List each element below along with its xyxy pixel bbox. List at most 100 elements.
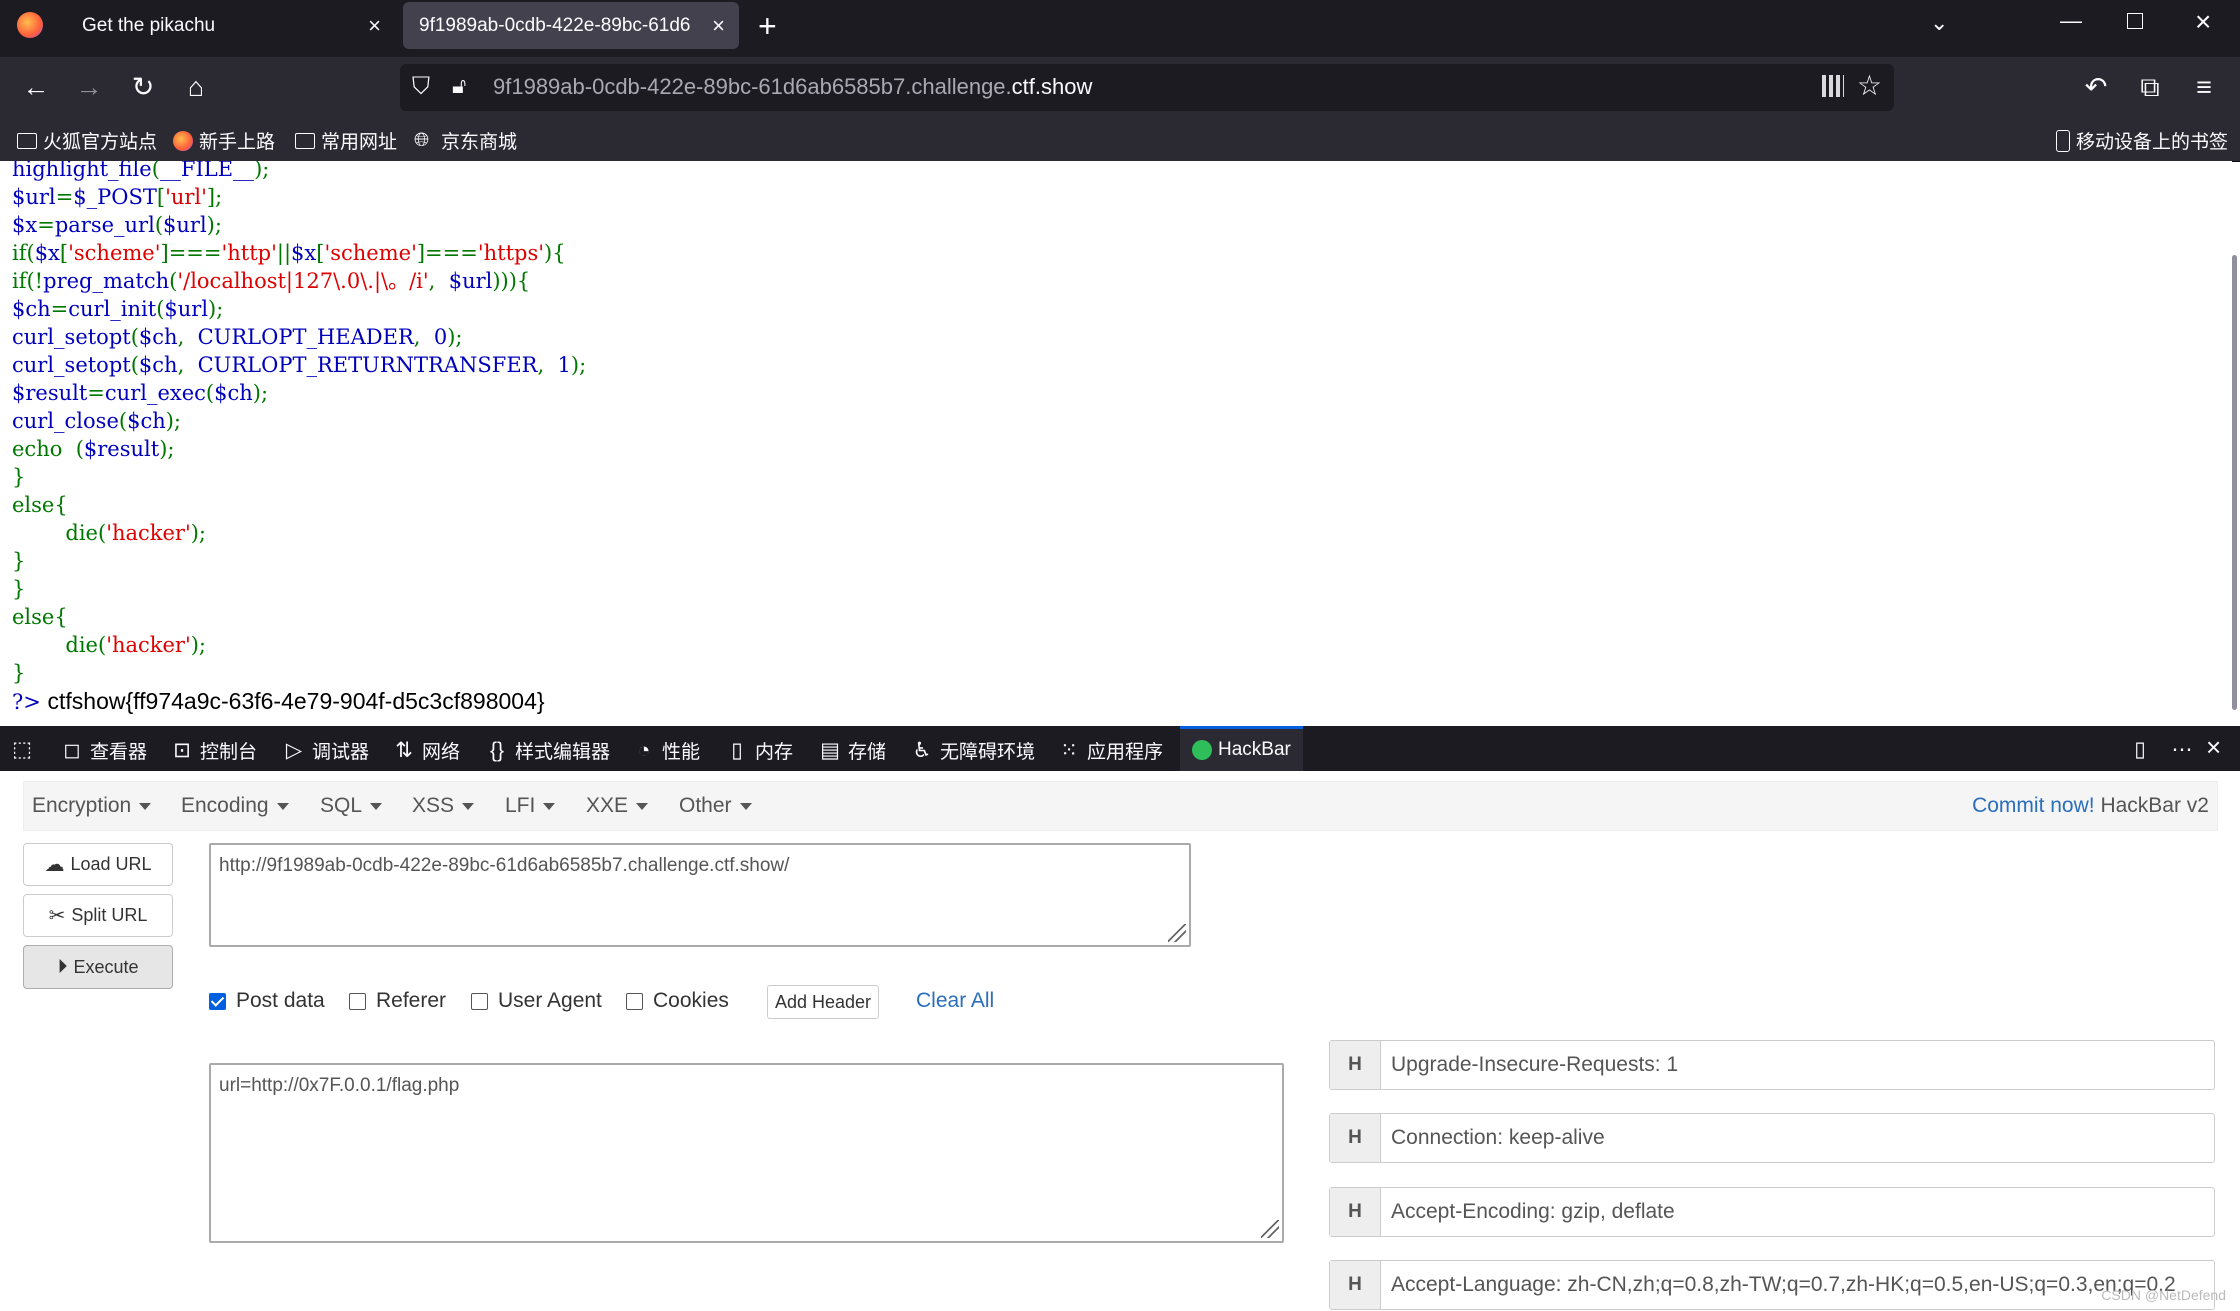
tab-memory[interactable]: ▯ 内存 [725, 737, 793, 764]
element-picker-icon[interactable]: ⬚ [10, 737, 34, 762]
menu-sql[interactable]: SQL [320, 794, 383, 818]
resize-grip-icon[interactable] [1261, 1220, 1279, 1238]
performance-icon: ◔ [637, 738, 651, 762]
shield-icon[interactable]: ⛉ [412, 73, 430, 101]
header-toggle[interactable]: H [1330, 1041, 1381, 1089]
close-icon[interactable]: × [712, 13, 725, 39]
url-bar[interactable]: ⛉ 🔓︎ 9f1989ab-0cdb-422e-89bc-61d6ab6585b… [400, 64, 1894, 111]
bookmark-link[interactable]: 🌐︎ 京东商城 [414, 127, 517, 154]
checkbox-checked-icon[interactable] [209, 992, 226, 1010]
forward-arrow-icon[interactable]: → [73, 71, 105, 103]
menu-icon[interactable]: ≡ [2188, 71, 2220, 103]
menu-xxe[interactable]: XXE [586, 794, 649, 818]
menu-label: LFI [505, 794, 536, 817]
dock-side-icon[interactable]: ▯ [2128, 737, 2152, 762]
qr-code-icon[interactable] [1822, 75, 1844, 97]
undo-icon[interactable]: ↶ [2080, 71, 2112, 103]
tab-performance[interactable]: ◔ 性能 [632, 737, 700, 764]
header-row[interactable]: H Connection: keep-alive [1329, 1113, 2215, 1163]
home-icon[interactable]: ⌂ [180, 71, 212, 103]
tab-application[interactable]: ⁙ 应用程序 [1057, 737, 1163, 764]
menu-encoding[interactable]: Encoding [181, 794, 289, 818]
minimize-icon[interactable]: — [2060, 8, 2082, 34]
code-line: } [12, 661, 26, 685]
commit-now-link[interactable]: Commit now! [1972, 794, 2095, 817]
url-text[interactable]: 9f1989ab-0cdb-422e-89bc-61d6ab6585b7.cha… [493, 74, 1092, 100]
bookmark-star-icon[interactable]: ☆ [1857, 69, 1882, 102]
tab-hackbar[interactable]: HackBar [1180, 726, 1303, 771]
tab-console[interactable]: ⊡ 控制台 [170, 737, 257, 764]
post-data-checkbox[interactable]: Post data [209, 989, 325, 1013]
tab-accessibility[interactable]: ♿︎ 无障碍环境 [910, 737, 1035, 764]
bookmark-label: 新手上路 [199, 132, 276, 153]
checkbox-icon[interactable] [349, 992, 366, 1010]
close-devtools-icon[interactable]: × [2206, 732, 2221, 763]
header-value[interactable]: Upgrade-Insecure-Requests: 1 [1381, 1041, 1678, 1089]
reload-icon[interactable]: ↻ [127, 71, 159, 103]
lock-insecure-icon[interactable]: 🔓︎ [452, 73, 466, 99]
menu-encryption[interactable]: Encryption [32, 794, 152, 818]
bookmark-link[interactable]: 新手上路 [173, 127, 275, 154]
header-toggle[interactable]: H [1330, 1261, 1381, 1309]
close-window-icon[interactable]: × [2195, 6, 2211, 38]
tab-label: 调试器 [312, 742, 370, 763]
header-value[interactable]: Accept-Language: zh-CN,zh;q=0.8,zh-TW;q=… [1381, 1261, 2176, 1309]
tab-inspector[interactable]: ◻ 查看器 [60, 737, 147, 764]
new-tab-icon[interactable]: + [758, 8, 777, 45]
code-line: echo ($result); [12, 437, 175, 461]
code-line: else{ [12, 493, 68, 517]
resize-grip-icon[interactable] [1168, 924, 1186, 942]
flag-output-line: ?> ctfshow{ff974a9c-63f6-4e79-904f-d5c3c… [12, 687, 586, 715]
header-value[interactable]: Accept-Encoding: gzip, deflate [1381, 1188, 1675, 1236]
split-url-button[interactable]: ✂︎ Split URL [23, 894, 173, 937]
tab-network[interactable]: ⇅ 网络 [392, 737, 460, 764]
code-line: else{ [12, 605, 68, 629]
button-label: Add Header [774, 991, 872, 1012]
referer-checkbox[interactable]: Referer [349, 989, 446, 1013]
add-header-button[interactable]: Add Header [767, 985, 879, 1019]
header-toggle[interactable]: H [1330, 1188, 1381, 1236]
url-textarea[interactable]: http://9f1989ab-0cdb-422e-89bc-61d6ab658… [209, 843, 1191, 947]
post-data-textarea[interactable]: url=http://0x7F.0.0.1/flag.php [209, 1063, 1284, 1243]
tab-label: 内存 [755, 742, 794, 763]
load-url-button[interactable]: ☁︎ Load URL [23, 843, 173, 886]
cookies-checkbox[interactable]: Cookies [626, 989, 729, 1013]
menu-lfi[interactable]: LFI [505, 794, 556, 818]
more-options-icon[interactable]: ⋯ [2170, 737, 2194, 762]
button-label: Load URL [70, 854, 152, 874]
header-value[interactable]: Connection: keep-alive [1381, 1114, 1605, 1162]
close-icon[interactable]: × [368, 13, 381, 39]
firefox-menu-icon[interactable] [17, 12, 43, 38]
tab-pikachu[interactable]: Get the pikachu × [60, 0, 395, 52]
header-toggle[interactable]: H [1330, 1114, 1381, 1162]
tab-list-chevron-down-icon[interactable]: ⌄ [1930, 10, 1948, 36]
header-row[interactable]: H Accept-Language: zh-CN,zh;q=0.8,zh-TW;q… [1329, 1260, 2215, 1310]
menu-other[interactable]: Other [679, 794, 752, 818]
header-row[interactable]: H Accept-Encoding: gzip, deflate [1329, 1187, 2215, 1237]
user-agent-checkbox[interactable]: User Agent [471, 989, 602, 1013]
hackbar-icon [1192, 740, 1212, 760]
header-row[interactable]: H Upgrade-Insecure-Requests: 1 [1329, 1040, 2215, 1090]
execute-button[interactable]: ⏵ Execute [23, 945, 173, 989]
mobile-bookmarks[interactable]: 移动设备上的书签 [2056, 127, 2228, 154]
caret-down-icon [636, 802, 649, 810]
checkbox-icon[interactable] [471, 992, 488, 1010]
tab-debugger[interactable]: ▷ 调试器 [282, 737, 369, 764]
scrollbar[interactable] [2232, 255, 2237, 710]
clear-all-link[interactable]: Clear All [916, 989, 994, 1013]
extensions-icon[interactable]: ⧉ [2134, 71, 2166, 103]
bookmark-folder[interactable]: 常用网址 [295, 127, 397, 154]
tab-challenge[interactable]: 9f1989ab-0cdb-422e-89bc-61d6 × [403, 2, 739, 49]
tab-style-editor[interactable]: {} 样式编辑器 [485, 737, 610, 764]
checkbox-label: Cookies [653, 989, 729, 1012]
commit-link[interactable]: Commit now! HackBar v2 [1972, 794, 2209, 818]
checkbox-icon[interactable] [626, 992, 643, 1010]
url-value: http://9f1989ab-0cdb-422e-89bc-61d6ab658… [219, 855, 790, 876]
restore-icon[interactable] [2127, 13, 2143, 29]
bookmark-folder[interactable]: 火狐官方站点 [17, 127, 157, 154]
back-arrow-icon[interactable]: ← [20, 71, 52, 103]
code-line: $ch=curl_init($url); [12, 297, 224, 321]
tab-storage[interactable]: ▤ 存储 [818, 737, 886, 764]
watermark: CSDN @NetDefend [2101, 1287, 2226, 1303]
menu-xss[interactable]: XSS [412, 794, 475, 818]
